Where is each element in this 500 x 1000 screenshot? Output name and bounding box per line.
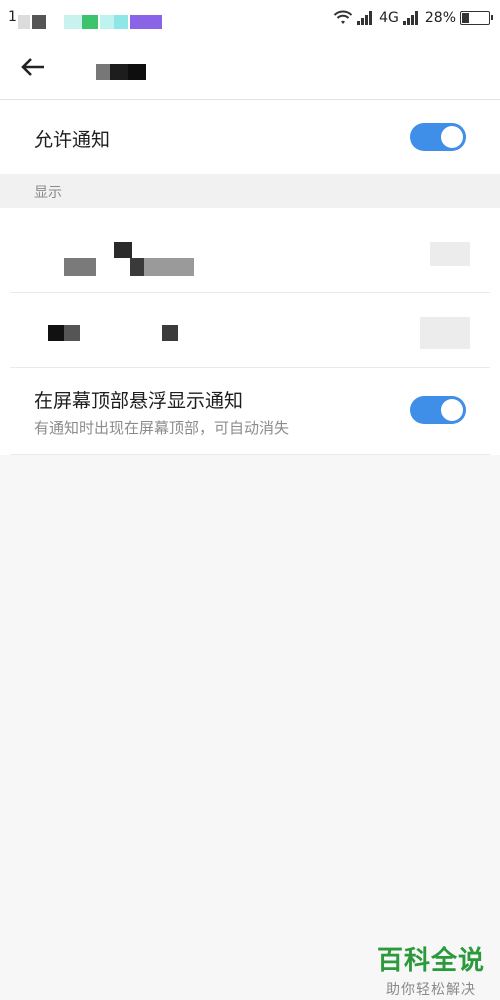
floating-notification-description: 有通知时出现在屏幕顶部，可自动消失 xyxy=(34,419,290,437)
battery-percent: 28% xyxy=(424,10,456,26)
floating-notification-label: 在屏幕顶部悬浮显示通知 xyxy=(34,390,244,412)
redacted-setting-row-1[interactable] xyxy=(10,208,490,293)
redacted-setting-row-2[interactable] xyxy=(10,293,490,368)
status-time: 1 xyxy=(8,9,17,25)
redacted-label-1 xyxy=(114,242,132,258)
allow-notifications-toggle[interactable] xyxy=(410,123,466,151)
status-right: 4G 28% xyxy=(333,8,493,28)
wifi-icon xyxy=(333,10,353,24)
network-type: 4G xyxy=(379,10,399,26)
floating-notification-row[interactable]: 在屏幕顶部悬浮显示通知 有通知时出现在屏幕顶部，可自动消失 xyxy=(10,368,490,455)
section-header-display: 显示 xyxy=(0,174,500,208)
section-display-label: 显示 xyxy=(34,185,62,201)
signal-icon xyxy=(357,11,375,25)
signal-icon-2 xyxy=(402,11,421,25)
page-title-redacted xyxy=(96,64,148,80)
floating-notification-toggle[interactable] xyxy=(410,396,466,424)
watermark-subtitle: 助你轻松解决 xyxy=(386,982,476,998)
redacted-label-2 xyxy=(48,325,64,341)
allow-notifications-row[interactable]: 允许通知 xyxy=(0,100,500,174)
redacted-toggle-2[interactable] xyxy=(420,317,470,349)
app-bar xyxy=(0,36,500,100)
battery-icon xyxy=(460,11,493,25)
watermark-title: 百科全说 xyxy=(376,946,485,976)
settings-list: 允许通知 显示 在屏幕顶部悬浮显示通知 有通知时出现在屏幕顶部，可自动消失 xyxy=(0,100,500,455)
watermark-logo: 百科全说 助你轻松解决 xyxy=(374,940,488,999)
back-arrow-icon[interactable] xyxy=(18,54,48,80)
allow-notifications-label: 允许通知 xyxy=(34,129,111,151)
status-notification-icons xyxy=(18,12,168,30)
status-bar: 1 4G 28% xyxy=(0,0,500,36)
redacted-toggle-1[interactable] xyxy=(430,242,470,266)
